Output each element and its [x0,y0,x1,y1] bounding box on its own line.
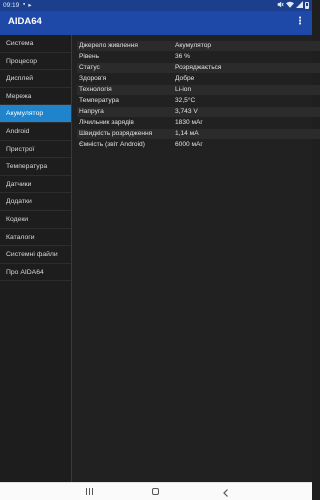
status-bar: 09:19 ▪ ▸ [0,0,312,11]
sidebar-item-sensors[interactable]: Датчики [0,176,71,194]
sidebar-item-system[interactable]: Система [0,35,71,53]
mute-icon [277,1,284,10]
row-key: Технологія [79,86,112,93]
row-key: Температура [79,97,119,104]
back-icon[interactable] [220,486,232,498]
table-row: Швидкість розрядження 1,14 мА [77,129,320,139]
row-value: Li-ion [175,86,192,93]
status-time: 09:19 [3,2,20,9]
signal-icon [296,1,303,10]
home-icon[interactable] [150,486,162,498]
battery-icon [305,2,309,9]
sidebar-item-directories[interactable]: Каталоги [0,229,71,247]
sidebar-item-codecs[interactable]: Кодеки [0,211,71,229]
sidebar-item-apps[interactable]: Додатки [0,193,71,211]
table-row: Напруга 3,743 V [77,107,320,117]
sidebar-item-temperature[interactable]: Температура [0,158,71,176]
overflow-menu-icon[interactable]: ⋮ [295,16,305,27]
app-title: AIDA64 [8,16,42,27]
table-row: Статус Розряджається [77,63,320,73]
row-value: Акумулятор [175,42,212,49]
row-value: 36 % [175,53,191,60]
sidebar-item-network[interactable]: Мережа [0,88,71,106]
sidebar-item-processor[interactable]: Процесор [0,53,71,71]
app-bar: AIDA64 ⋮ [0,11,312,35]
sidebar: Система Процесор Дисплей Мережа Акумулят… [0,35,72,482]
row-value: 6000 мАг [175,141,203,148]
row-key: Лічильник зарядів [79,119,134,126]
table-row: Рівень 36 % [77,52,320,62]
sidebar-item-about[interactable]: Про AIDA64 [0,264,71,282]
row-value: 3,743 V [175,108,198,115]
row-key: Статус [79,64,100,71]
battery-details-panel: Джерело живлення Акумулятор Рівень 36 % … [72,35,320,482]
table-row: Температура 32,5°C [77,96,320,106]
row-value: 1,14 мА [175,130,199,137]
row-value: Добре [175,75,195,82]
table-row: Технологія Li-ion [77,85,320,95]
play-icon: ▸ [28,2,32,9]
wifi-icon [286,1,294,10]
row-key: Джерело живлення [79,42,138,49]
sidebar-item-battery[interactable]: Акумулятор [0,105,71,123]
image-icon: ▪ [23,1,26,8]
table-row: Лічильник зарядів 1830 мАг [77,118,320,128]
row-key: Ємність (звіт Android) [79,141,145,148]
sidebar-item-display[interactable]: Дисплей [0,70,71,88]
row-key: Напруга [79,108,104,115]
sidebar-item-system-files[interactable]: Системні файли [0,246,71,264]
row-key: Рівень [79,53,100,60]
sidebar-item-devices[interactable]: Пристрої [0,141,71,159]
row-key: Швидкість розрядження [79,130,153,137]
table-row: Джерело живлення Акумулятор [77,41,320,51]
recents-icon[interactable] [83,486,95,498]
sidebar-item-android[interactable]: Android [0,123,71,141]
row-value: Розряджається [175,64,222,71]
table-row: Здоров'я Добре [77,74,320,84]
row-key: Здоров'я [79,75,107,82]
row-value: 1830 мАг [175,119,203,126]
system-nav-bar [0,482,312,500]
table-row: Ємність (звіт Android) 6000 мАг [77,140,320,150]
row-value: 32,5°C [175,97,196,104]
